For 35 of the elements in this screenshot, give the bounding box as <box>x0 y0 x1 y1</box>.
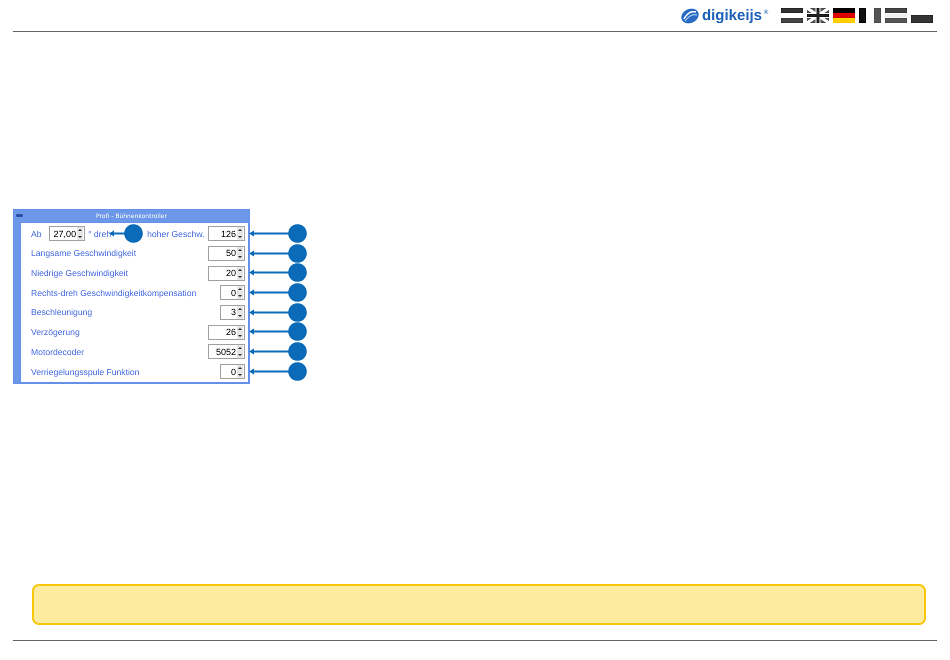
number-spinner[interactable]: 26 <box>208 324 245 340</box>
unit-label: ° dreh <box>88 228 112 239</box>
flag-icon[interactable] <box>781 8 803 23</box>
field-label: Motordecoder <box>31 346 86 357</box>
flag-icon[interactable] <box>807 8 829 23</box>
field-label: Rechts-dreh Geschwindigkeitkompensation <box>31 288 198 298</box>
flag-icon[interactable] <box>833 8 855 23</box>
callout-drawing <box>249 263 307 282</box>
field-label: Ab <box>31 228 42 239</box>
number-spinner[interactable]: 20 <box>208 266 245 281</box>
flag-icon[interactable] <box>859 8 881 23</box>
number-spinner[interactable]: 3 <box>220 304 245 320</box>
field-label: Niedrige Geschwindigkeit <box>31 268 129 278</box>
number-spinner[interactable]: 0 <box>220 364 245 379</box>
field-label: Beschleunigung <box>31 307 94 318</box>
callout-drawing <box>249 244 307 263</box>
callout-drawing <box>249 283 307 302</box>
callout-drawing <box>249 342 307 362</box>
field-label: Langsame Geschwindigkeit <box>31 248 138 258</box>
number-spinner[interactable]: 50 <box>208 246 245 261</box>
field-label: hoher Geschw. <box>147 228 204 239</box>
callout-drawing <box>249 224 307 243</box>
number-spinner[interactable]: 0 <box>220 285 245 300</box>
number-spinner[interactable]: 27,00 <box>48 226 86 242</box>
field-label: Verriegelungsspule Funktion <box>31 366 140 376</box>
callout-drawing <box>249 322 307 342</box>
callout-drawing <box>249 302 307 322</box>
logo-text: digikeijs <box>702 7 762 24</box>
number-spinner[interactable]: 126 <box>208 226 245 242</box>
logo-icon <box>678 6 701 24</box>
callout-drawing <box>249 362 307 381</box>
number-spinner[interactable]: 5052 <box>208 344 245 360</box>
callout-drawing <box>109 224 144 244</box>
field-label: Verzögerung <box>31 327 81 338</box>
flag-icon[interactable] <box>885 8 907 23</box>
